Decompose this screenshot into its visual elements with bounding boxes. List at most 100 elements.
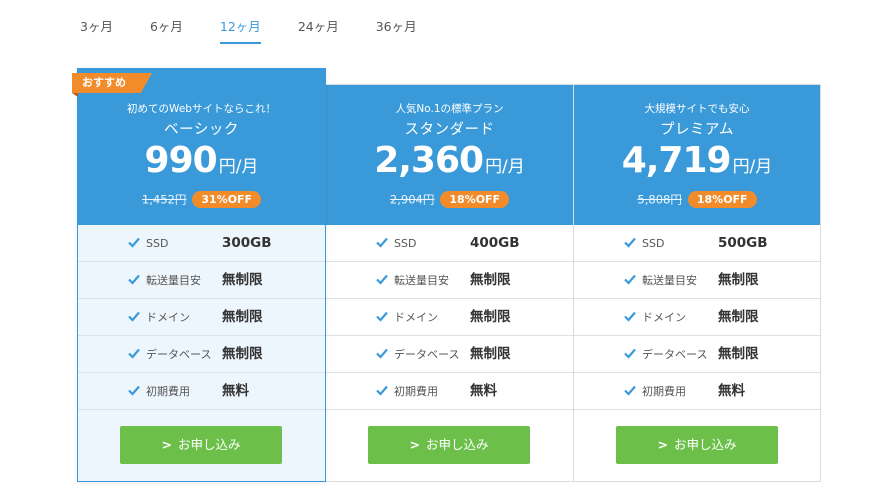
plan-tagline: 初めてのWebサイトならこれ！: [127, 103, 276, 115]
feature-row: SSD 500GB: [574, 225, 820, 262]
price-amount: 990: [144, 140, 218, 181]
check-icon: [376, 237, 388, 248]
feature-value: 無料: [718, 383, 745, 399]
check-icon: [624, 311, 636, 322]
feature-row: ドメイン 無制限: [326, 299, 573, 336]
original-price: 1,452円: [141, 192, 187, 207]
feature-label: 初期費用: [394, 385, 438, 398]
check-icon: [376, 385, 388, 396]
apply-button-label: お申し込み: [177, 437, 241, 452]
price-unit: 円/月: [485, 157, 525, 177]
apply-button-label: お申し込み: [673, 437, 737, 452]
apply-button-label: お申し込み: [425, 437, 489, 452]
feature-row: SSD 400GB: [326, 225, 573, 262]
price-unit: 円/月: [218, 157, 259, 177]
term-tabs: 3ヶ月 6ヶ月 12ヶ月 24ヶ月 36ヶ月: [72, 10, 446, 44]
feature-label: 転送量目安: [642, 274, 697, 287]
discount-badge: 31%OFF: [192, 191, 262, 208]
feature-value: 無料: [222, 383, 249, 399]
recommended-ribbon: おすすめ: [72, 73, 152, 97]
price-original-row: 5,808円 18%OFF: [574, 189, 820, 208]
feature-list: SSD 500GB 転送量目安 無制限 ドメイン 無制限 データベース 無制限 …: [574, 225, 820, 410]
feature-value: 無制限: [718, 272, 759, 288]
feature-row: データベース 無制限: [574, 336, 820, 373]
check-icon: [624, 237, 636, 248]
plan-tagline: 人気No.1の標準プラン: [395, 103, 504, 115]
check-icon: [624, 348, 636, 359]
feature-row: 初期費用 無料: [78, 373, 325, 410]
plan-price: 4,719 円/月: [574, 140, 820, 181]
check-icon: [376, 274, 388, 285]
feature-row: データベース 無制限: [326, 336, 573, 373]
feature-value: 無制限: [470, 346, 511, 362]
feature-row: 初期費用 無料: [574, 373, 820, 410]
feature-row: SSD 300GB: [78, 225, 325, 262]
original-price: 5,808円: [637, 192, 682, 207]
feature-label: ドメイン: [146, 311, 190, 324]
feature-value: 無制限: [222, 346, 263, 362]
check-icon: [128, 311, 140, 322]
feature-value: 無料: [470, 383, 497, 399]
feature-value: 400GB: [470, 235, 520, 251]
check-icon: [128, 237, 140, 248]
tab-24-months[interactable]: 24ヶ月: [290, 10, 347, 44]
apply-button-basic[interactable]: > お申し込み: [120, 426, 282, 464]
feature-label: データベース: [394, 348, 460, 361]
feature-row: 転送量目安 無制限: [78, 262, 325, 299]
discount-badge: 18%OFF: [440, 191, 510, 208]
plan-card-basic: 初めてのWebサイトならこれ！ ベーシック 990 円/月 1,452円 31%OF…: [77, 68, 326, 482]
feature-row: データベース 無制限: [78, 336, 325, 373]
check-icon: [128, 274, 140, 285]
feature-value: 無制限: [718, 309, 759, 325]
check-icon: [128, 348, 140, 359]
feature-list: SSD 400GB 転送量目安 無制限 ドメイン 無制限 データベース 無制限 …: [326, 225, 573, 410]
feature-row: 転送量目安 無制限: [326, 262, 573, 299]
check-icon: [624, 385, 636, 396]
feature-value: 無制限: [222, 272, 263, 288]
plan-header: 人気No.1の標準プラン スタンダード 2,360 円/月 2,904円 18%OF…: [326, 85, 573, 225]
chevron-right-icon: >: [161, 437, 172, 452]
price-unit: 円/月: [732, 157, 773, 177]
feature-label: 初期費用: [146, 385, 190, 398]
plan-name: ベーシック: [164, 122, 239, 138]
price-amount: 2,360: [374, 140, 484, 181]
discount-badge: 18%OFF: [687, 191, 757, 208]
feature-label: 初期費用: [642, 385, 686, 398]
price-original-row: 2,904円 18%OFF: [326, 189, 573, 208]
tab-3-months[interactable]: 3ヶ月: [72, 10, 121, 44]
plan-card-premium: 大規模サイトでも安心 プレミアム 4,719 円/月 5,808円 18%OFF S…: [573, 84, 821, 482]
feature-label: SSD: [394, 237, 417, 250]
plan-price: 990 円/月: [78, 140, 325, 181]
feature-label: データベース: [642, 348, 708, 361]
chevron-right-icon: >: [409, 437, 420, 452]
feature-value: 無制限: [470, 272, 511, 288]
feature-label: ドメイン: [394, 311, 438, 324]
feature-value: 無制限: [718, 346, 759, 362]
feature-row: 転送量目安 無制限: [574, 262, 820, 299]
feature-label: データベース: [146, 348, 212, 361]
price-original-row: 1,452円 31%OFF: [78, 189, 325, 208]
check-icon: [624, 274, 636, 285]
feature-value: 無制限: [470, 309, 511, 325]
apply-button-standard[interactable]: > お申し込み: [368, 426, 530, 464]
check-icon: [376, 311, 388, 322]
plan-name: スタンダード: [404, 122, 495, 138]
plan-tagline: 大規模サイトでも安心: [644, 103, 750, 115]
plan-header: 大規模サイトでも安心 プレミアム 4,719 円/月 5,808円 18%OFF: [574, 85, 820, 225]
feature-label: 転送量目安: [146, 274, 201, 287]
plan-price: 2,360 円/月: [326, 140, 573, 181]
apply-button-premium[interactable]: > お申し込み: [616, 426, 778, 464]
feature-row: ドメイン 無制限: [574, 299, 820, 336]
feature-label: 転送量目安: [394, 274, 449, 287]
feature-value: 無制限: [222, 309, 263, 325]
original-price: 2,904円: [389, 192, 435, 207]
tab-36-months[interactable]: 36ヶ月: [368, 10, 425, 44]
feature-label: ドメイン: [642, 311, 686, 324]
feature-row: ドメイン 無制限: [78, 299, 325, 336]
feature-value: 300GB: [222, 235, 272, 251]
check-icon: [376, 348, 388, 359]
plan-card-standard: 人気No.1の標準プラン スタンダード 2,360 円/月 2,904円 18%OF…: [325, 84, 574, 482]
tab-12-months[interactable]: 12ヶ月: [212, 10, 269, 44]
ribbon-label: おすすめ: [82, 76, 126, 89]
tab-6-months[interactable]: 6ヶ月: [142, 10, 191, 44]
